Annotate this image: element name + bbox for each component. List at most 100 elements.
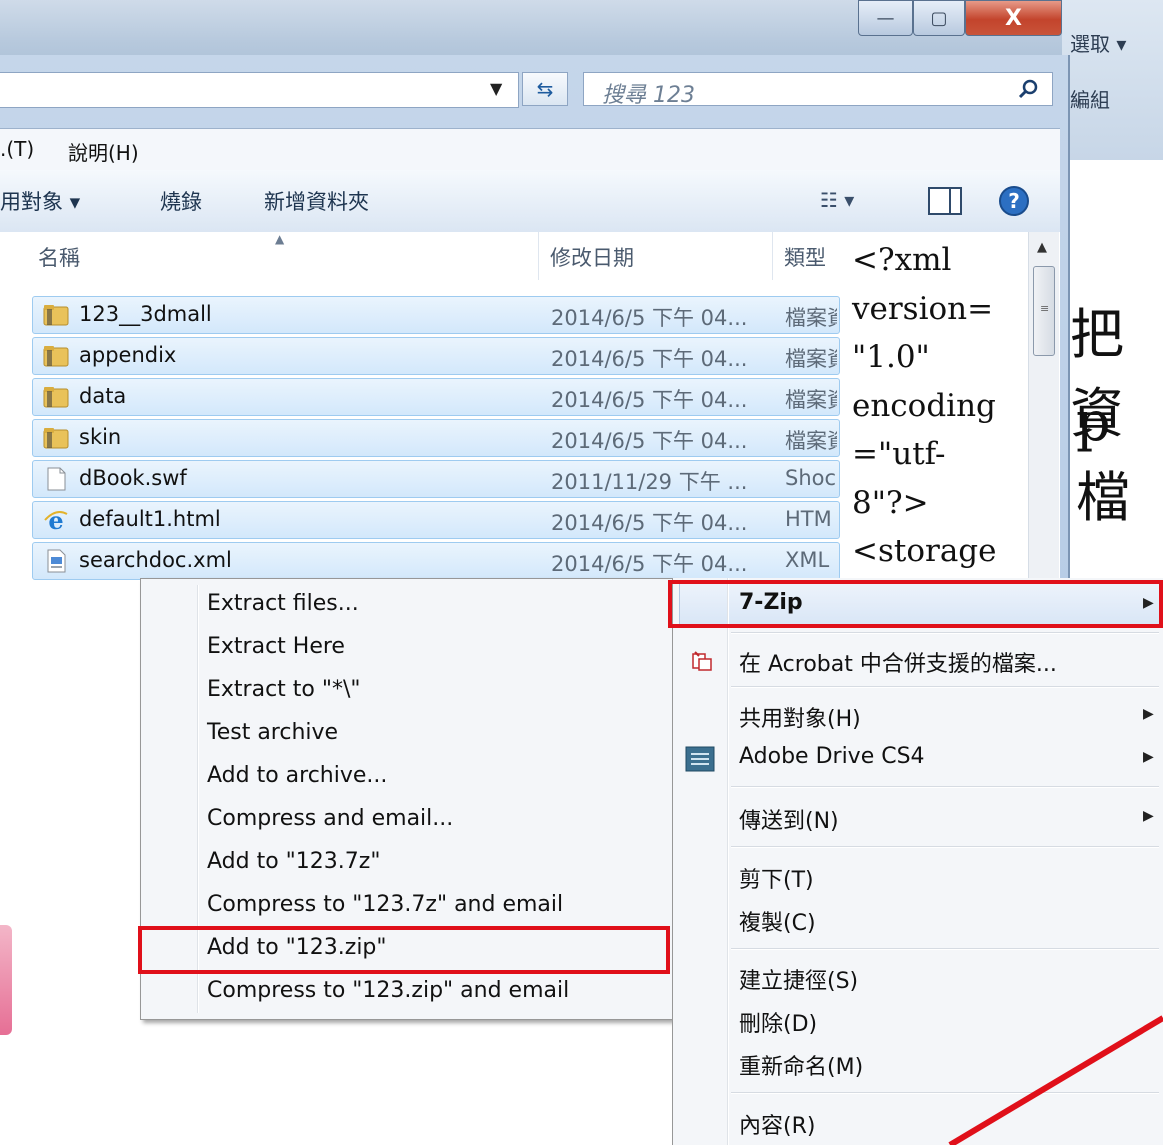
minimize-button[interactable]: —: [858, 0, 913, 36]
adobe-drive-icon: [685, 746, 715, 772]
ie-icon: e: [44, 508, 68, 532]
file-type: 檔案資: [785, 306, 837, 330]
menu-item-add-to-7z[interactable]: Add to "123.7z": [207, 849, 380, 874]
menu-item-share-with[interactable]: 共用對象(H): [739, 701, 861, 733]
highlight-7zip: [668, 580, 1163, 628]
maximize-button[interactable]: ▢: [913, 0, 965, 36]
folder-icon: [43, 387, 69, 408]
submenu-arrow-icon: ▶: [1143, 706, 1154, 722]
sort-ascending-icon: ▲: [275, 232, 285, 246]
search-placeholder: 搜尋 123: [602, 83, 695, 108]
acrobat-icon: [692, 651, 712, 671]
preview-pane: <?xml version= "1.0" encoding ="utf- 8"?…: [842, 232, 1028, 590]
menu-separator: [731, 846, 1159, 848]
file-row[interactable]: skin 2014/6/5 下午 04... 檔案資: [32, 419, 840, 457]
menu-item-send-to[interactable]: 傳送到(N): [739, 803, 839, 835]
background-decoration: [0, 925, 12, 1035]
menu-item-create-shortcut[interactable]: 建立捷徑(S): [739, 963, 858, 995]
menu-item-extract-here[interactable]: Extract Here: [207, 634, 345, 659]
search-input[interactable]: 搜尋 123: [583, 72, 1053, 108]
highlight-add-to-zip: [138, 926, 670, 974]
column-date[interactable]: 修改日期: [550, 242, 634, 272]
file-name: 123__3dmall: [79, 302, 212, 326]
file-name: searchdoc.xml: [79, 548, 232, 572]
submenu-arrow-icon: ▶: [1143, 749, 1154, 765]
menu-item-acrobat-combine[interactable]: 在 Acrobat 中合併支援的檔案...: [739, 646, 1057, 678]
menu-separator: [731, 786, 1159, 788]
menu-item-compress-7z-email[interactable]: Compress to "123.7z" and email: [207, 892, 563, 917]
ribbon-select-label: 選取 ▾: [1070, 32, 1127, 56]
menu-item-compress-zip-email[interactable]: Compress to "123.zip" and email: [207, 978, 569, 1003]
file-row[interactable]: 123__3dmall 2014/6/5 下午 04... 檔案資: [32, 296, 840, 334]
menu-item-test-archive[interactable]: Test archive: [207, 720, 338, 745]
file-date: 2011/11/29 下午 ...: [551, 470, 748, 494]
file-name: appendix: [79, 343, 177, 367]
address-dropdown-icon[interactable]: ▼: [490, 79, 502, 98]
address-row: ▼ ⇆ 搜尋 123: [0, 72, 1060, 108]
column-separator[interactable]: [538, 232, 539, 280]
file-name: default1.html: [79, 507, 221, 531]
preview-text: <?xml version= "1.0" encoding ="utf- 8"?…: [852, 242, 997, 569]
close-button[interactable]: X: [965, 0, 1062, 36]
file-date: 2014/6/5 下午 04...: [551, 429, 748, 453]
folder-icon: [43, 428, 69, 449]
file-row[interactable]: e default1.html 2014/6/5 下午 04... HTM: [32, 501, 840, 539]
menu-item-adobe-drive[interactable]: Adobe Drive CS4: [739, 744, 925, 769]
file-name: skin: [79, 425, 122, 449]
preview-scrollbar[interactable]: ▲ ≡: [1028, 232, 1059, 590]
menu-gutter: [727, 578, 729, 1145]
file-type: XML: [785, 548, 830, 572]
address-bar[interactable]: ▼: [0, 72, 519, 108]
menu-help[interactable]: 說明(H): [68, 137, 139, 166]
file-row[interactable]: dBook.swf 2011/11/29 下午 ... Shoc: [32, 460, 840, 498]
menu-item-extract-to[interactable]: Extract to "*\": [207, 677, 361, 702]
caption-buttons: — ▢ X: [858, 0, 1062, 40]
refresh-arrows-icon: ⇆: [536, 77, 554, 101]
menu-item-properties[interactable]: 內容(R): [739, 1108, 815, 1140]
column-type[interactable]: 類型: [784, 242, 826, 272]
menu-separator: [731, 632, 1159, 634]
file-date: 2014/6/5 下午 04...: [551, 347, 748, 371]
menu-bar: .(T) 說明(H): [0, 128, 1060, 171]
menu-item-add-to-archive[interactable]: Add to archive...: [207, 763, 387, 788]
file-type: Shoc: [785, 466, 837, 490]
document-text-fragment: p檔: [1076, 390, 1130, 529]
submenu-arrow-icon: ▶: [1143, 808, 1154, 824]
command-toolbar: 用對象 ▾ 燒錄 新增資料夾 ☷ ▾ ?: [0, 170, 1060, 233]
file-row[interactable]: appendix 2014/6/5 下午 04... 檔案資: [32, 337, 840, 375]
file-date: 2014/6/5 下午 04...: [551, 552, 748, 576]
share-with-button[interactable]: 用對象 ▾: [0, 186, 80, 216]
file-name: dBook.swf: [79, 466, 187, 490]
menu-item-cut[interactable]: 剪下(T): [739, 862, 814, 894]
file-date: 2014/6/5 下午 04...: [551, 388, 748, 412]
file-row[interactable]: searchdoc.xml 2014/6/5 下午 04... XML: [32, 542, 840, 580]
preview-pane-icon[interactable]: [928, 187, 962, 215]
file-date: 2014/6/5 下午 04...: [551, 306, 748, 330]
menu-item-copy[interactable]: 複製(C): [739, 905, 816, 937]
column-name[interactable]: 名稱: [38, 242, 80, 272]
file-name: data: [79, 384, 127, 408]
refresh-button[interactable]: ⇆: [522, 72, 568, 106]
scroll-up-icon[interactable]: ▲: [1037, 240, 1047, 255]
ribbon-group-label: 編組: [1070, 88, 1110, 112]
column-separator[interactable]: [772, 232, 773, 280]
grip-icon: ≡: [1040, 302, 1050, 315]
file-icon: [47, 467, 66, 491]
folder-icon: [43, 346, 69, 367]
explorer-window: — ▢ X ▼ ⇆ 搜尋 123 .(T) 說明(H) 用對象 ▾ 燒錄 新增資…: [0, 0, 1070, 590]
view-options-icon[interactable]: ☷ ▾: [820, 188, 854, 212]
new-folder-button[interactable]: 新增資料夾: [264, 186, 369, 216]
menu-tools[interactable]: .(T): [0, 137, 34, 161]
menu-separator: [731, 948, 1159, 950]
menu-item-extract-files[interactable]: Extract files...: [207, 591, 359, 616]
svg-text:?: ?: [1008, 189, 1020, 213]
search-icon[interactable]: [1018, 78, 1040, 100]
burn-button[interactable]: 燒錄: [160, 186, 202, 216]
help-icon[interactable]: ?: [998, 185, 1030, 217]
file-date: 2014/6/5 下午 04...: [551, 511, 748, 535]
file-row[interactable]: data 2014/6/5 下午 04... 檔案資: [32, 378, 840, 416]
folder-icon: [43, 305, 69, 326]
menu-item-rename[interactable]: 重新命名(M): [739, 1049, 863, 1081]
menu-item-delete[interactable]: 刪除(D): [739, 1006, 817, 1038]
menu-item-compress-email[interactable]: Compress and email...: [207, 806, 453, 831]
